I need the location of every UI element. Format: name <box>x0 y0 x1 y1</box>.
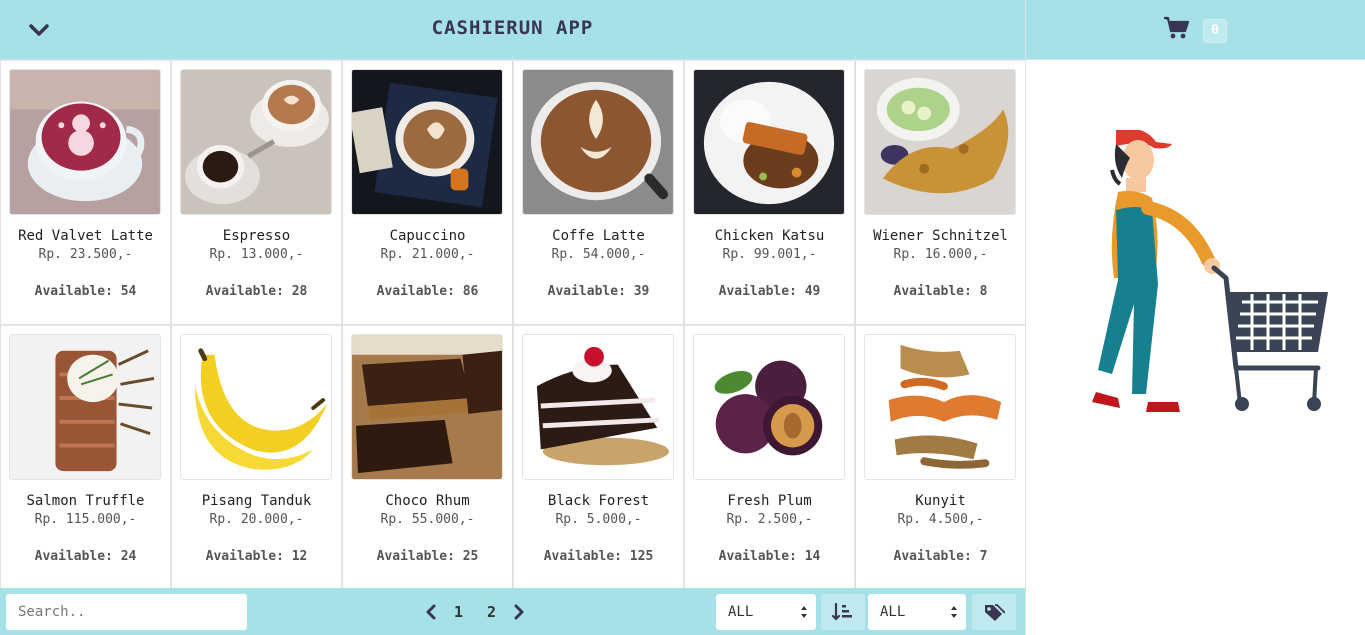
cart-header: 0 <box>1026 0 1365 60</box>
product-name: Capuccino <box>389 228 466 244</box>
product-price: Rp. 99.001,- <box>722 247 817 262</box>
product-image <box>9 69 161 215</box>
product-price: Rp. 55.000,- <box>380 511 475 527</box>
product-grid: Red Valvet Latte Rp. 23.500,- Available:… <box>0 60 1025 588</box>
product-card[interactable]: Espresso Rp. 13.000,- Available: 28 <box>172 61 341 324</box>
product-card[interactable]: Salmon Truffle Rp. 115.000,- Available: … <box>1 325 170 588</box>
product-availability: Available: 54 <box>34 284 137 299</box>
product-card[interactable]: Coffe Latte Rp. 54.000,- Available: 39 <box>514 61 683 324</box>
product-image <box>693 333 845 480</box>
app-header: CASHIERUN APP <box>0 0 1025 60</box>
product-price: Rp. 23.500,- <box>38 247 133 262</box>
app-title: CASHIERUN APP <box>431 17 594 39</box>
product-card[interactable]: Black Forest Rp. 5.000,- Available: 125 <box>514 325 683 588</box>
category-select[interactable]: ALL <box>868 594 966 630</box>
product-availability: Available: 12 <box>205 548 308 564</box>
product-image <box>351 333 503 480</box>
product-image <box>864 333 1016 480</box>
product-name: Fresh Plum <box>727 492 812 509</box>
footer-toolbar: 1 2 ALL ALL <box>0 588 1025 635</box>
product-price: Rp. 4.500,- <box>897 511 984 527</box>
product-name: Choco Rhum <box>385 492 470 509</box>
product-price: Rp. 54.000,- <box>551 247 646 262</box>
product-price: Rp. 13.000,- <box>209 247 304 262</box>
product-card[interactable]: Fresh Plum Rp. 2.500,- Available: 14 <box>685 325 854 588</box>
cart-pane: 0 <box>1025 0 1365 635</box>
product-image <box>864 69 1016 215</box>
product-availability: Available: 25 <box>376 548 479 564</box>
product-card[interactable]: Chicken Katsu Rp. 99.001,- Available: 49 <box>685 61 854 324</box>
product-price: Rp. 21.000,- <box>380 247 475 262</box>
product-name: Red Valvet Latte <box>18 228 153 244</box>
product-image <box>522 69 674 215</box>
product-image <box>9 333 161 480</box>
cart-count-badge: 0 <box>1203 19 1227 43</box>
shopper-illustration <box>1086 128 1336 430</box>
product-name: Kunyit <box>915 492 966 509</box>
caret-updown-icon <box>801 606 807 618</box>
product-availability: Available: 49 <box>718 284 821 299</box>
product-card[interactable]: Pisang Tanduk Rp. 20.000,- Available: 12 <box>172 325 341 588</box>
sort-select[interactable]: ALL <box>716 594 816 630</box>
product-card[interactable]: Wiener Schnitzel Rp. 16.000,- Available:… <box>856 61 1025 324</box>
product-image <box>180 69 332 215</box>
product-card[interactable]: Capuccino Rp. 21.000,- Available: 86 <box>343 61 512 324</box>
product-card[interactable]: Red Valvet Latte Rp. 23.500,- Available:… <box>1 61 170 324</box>
product-price: Rp. 16.000,- <box>893 247 988 262</box>
sort-select-value: ALL <box>728 604 754 620</box>
shopping-cart-icon[interactable] <box>1163 16 1191 40</box>
product-price: Rp. 115.000,- <box>34 511 137 527</box>
product-availability: Available: 14 <box>718 548 821 564</box>
product-availability: Available: 28 <box>205 284 308 299</box>
page-link-1[interactable]: 1 <box>442 603 475 621</box>
product-price: Rp. 2.500,- <box>726 511 813 527</box>
page-link-2[interactable]: 2 <box>475 603 508 621</box>
product-card[interactable]: Kunyit Rp. 4.500,- Available: 7 <box>856 325 1025 588</box>
product-image <box>522 333 674 480</box>
product-name: Coffe Latte <box>552 228 645 244</box>
product-image <box>351 69 503 215</box>
product-price: Rp. 5.000,- <box>555 511 642 527</box>
product-name: Black Forest <box>547 492 650 509</box>
product-name: Salmon Truffle <box>26 492 145 509</box>
product-name: Pisang Tanduk <box>201 492 312 509</box>
product-availability: Available: 24 <box>34 548 137 564</box>
chevron-left-icon[interactable] <box>420 601 442 623</box>
product-availability: Available: 7 <box>893 548 988 564</box>
product-availability: Available: 86 <box>376 284 479 299</box>
product-name: Espresso <box>222 228 291 244</box>
product-name: Wiener Schnitzel <box>873 228 1008 244</box>
product-availability: Available: 39 <box>547 284 650 299</box>
tags-icon[interactable] <box>972 594 1016 630</box>
search-input[interactable] <box>6 594 247 630</box>
product-name: Chicken Katsu <box>714 228 825 244</box>
product-image <box>180 333 332 480</box>
caret-updown-icon <box>951 606 957 618</box>
product-card[interactable]: Choco Rhum Rp. 55.000,- Available: 25 <box>343 325 512 588</box>
pagination: 1 2 <box>420 600 530 624</box>
chevron-right-icon[interactable] <box>508 601 530 623</box>
product-availability: Available: 125 <box>543 548 654 564</box>
product-availability: Available: 8 <box>893 284 988 299</box>
product-pane: CASHIERUN APP Red Valvet Latte Rp. 23.50… <box>0 0 1025 635</box>
product-image <box>693 69 845 215</box>
sort-amount-icon[interactable] <box>821 594 865 630</box>
product-price: Rp. 20.000,- <box>209 511 304 527</box>
category-select-value: ALL <box>880 604 906 620</box>
